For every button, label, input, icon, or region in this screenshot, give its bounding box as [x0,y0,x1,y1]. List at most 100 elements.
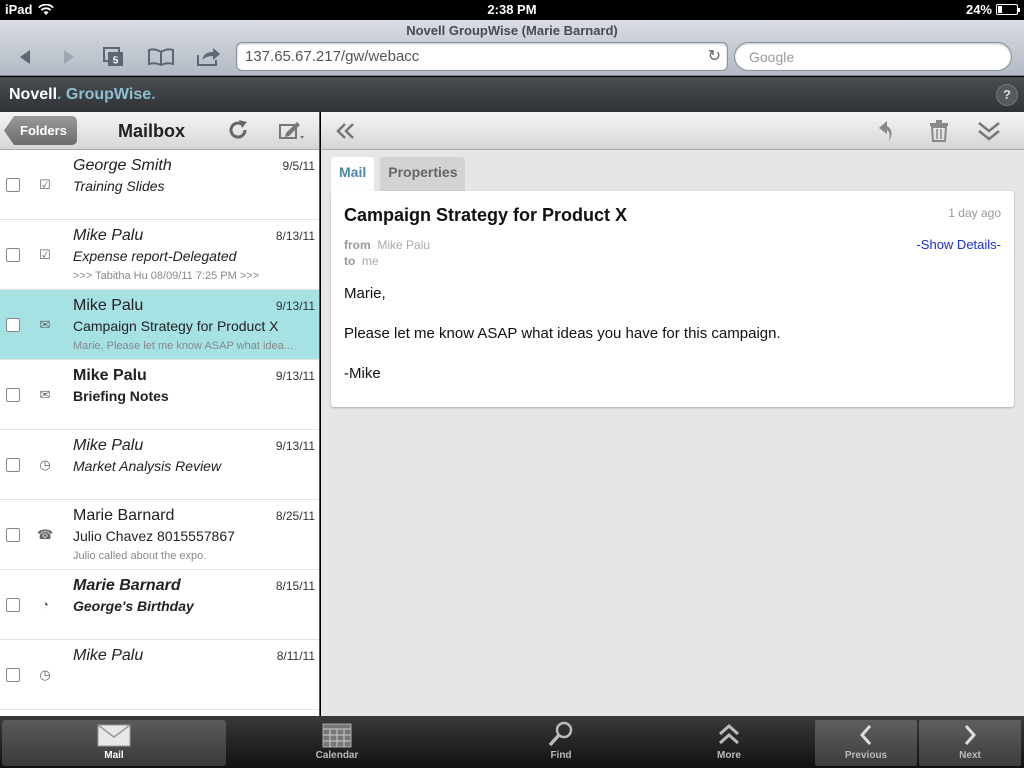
compose-icon [279,122,304,139]
message-checkbox[interactable] [6,598,20,612]
ios-status-bar: iPad 2:38 PM 24% [0,0,1024,20]
reading-pane: Mail Properties Campaign Strategy for Pr… [321,112,1024,716]
body-line: Marie, [344,285,386,302]
reply-icon [879,121,892,141]
message-row[interactable]: ◷ Mike Palu 9/13/11 Market Analysis Review [0,430,319,500]
mailbox-toolbar: Folders Mailbox [0,112,319,150]
brand-novell: Novell [9,86,58,103]
next-button[interactable]: Next [919,720,1021,766]
tab-more-nav[interactable]: More [674,720,784,766]
reader-toolbar [321,112,1024,150]
message-date: 8/25/11 [275,509,315,523]
message-from: Marie Barnard [73,507,175,524]
tab-calendar-nav[interactable]: Calendar [226,720,448,766]
message-checkbox[interactable] [6,668,20,682]
double-chevron-up-icon [674,720,784,750]
tab-properties[interactable]: Properties [380,157,466,191]
clock-icon: ◷ [39,667,51,682]
message-from: Marie Barnard [73,577,181,594]
message-row[interactable]: ◷ Mike Palu 8/11/11 [0,640,319,710]
message-row[interactable]: ☎ Marie Barnard 8/25/11 Julio Chavez 801555… [0,500,319,570]
mail-from-row: from Mike Palu [344,238,430,252]
message-checkbox[interactable] [6,388,20,402]
message-list: ☑ George Smith 9/5/11 Training Slides ☑ Mike … [0,150,319,710]
message-subject: Expense report-Delegated [73,248,237,264]
double-chevron-left-icon [336,123,354,139]
search-placeholder: Google [749,49,795,65]
tab-find-nav[interactable]: Find [450,720,672,766]
task-check-icon: ☑ [39,177,51,192]
message-subject: Briefing Notes [73,388,169,404]
from-value: Mike Palu [377,238,431,252]
message-row[interactable]: ✉ Mike Palu 9/13/11 Briefing Notes [0,360,319,430]
forward-button[interactable] [54,44,84,70]
page-title: Novell GroupWise (Marie Barnard) [406,23,618,38]
previous-button[interactable]: Previous [815,720,917,766]
refresh-icon [229,120,247,139]
refresh-button[interactable] [226,118,250,148]
magnifier-icon [450,720,672,750]
next-item-button[interactable] [977,120,1001,148]
message-checkbox[interactable] [6,528,20,542]
message-date: 9/5/11 [282,159,315,173]
message-from: Mike Palu [73,297,144,314]
pages-icon: 5 [103,47,123,67]
message-date: 9/13/11 [275,439,315,453]
from-label: from [344,238,371,252]
mail-body: Marie, Please let me know ASAP what idea… [344,284,781,404]
message-from: Mike Palu [73,367,147,384]
message-checkbox[interactable] [6,178,20,192]
message-subject: Campaign Strategy for Product X [73,318,279,334]
message-subject: Training Slides [73,178,165,194]
to-label: to [344,254,356,268]
mailbox-title: Mailbox [118,121,186,141]
message-date: 8/11/11 [276,649,315,663]
reload-icon[interactable]: ↻ [708,46,721,66]
mail-age: 1 day ago [948,206,1001,220]
tab-mail[interactable]: Mail [331,157,375,193]
share-button[interactable] [194,44,224,70]
show-details-link[interactable]: -Show Details- [916,237,1001,252]
message-checkbox[interactable] [6,318,20,332]
collapse-button[interactable] [335,120,357,146]
mail-view: Campaign Strategy for Product X 1 day ag… [331,191,1014,407]
mail-to-row: to me [344,254,379,268]
body-line: Please let me know ASAP what ideas you h… [344,325,781,342]
message-preview: Marie, Please let me know ASAP what idea… [73,340,293,352]
double-chevron-down-icon [978,122,1000,141]
battery-icon [996,4,1020,15]
message-checkbox[interactable] [6,458,20,472]
bookmarks-button[interactable] [146,44,176,70]
back-button[interactable] [10,44,40,70]
mail-subject: Campaign Strategy for Product X [344,205,628,225]
share-icon [197,48,220,66]
message-row[interactable]: ✉ Mike Palu 9/13/11 Campaign Strategy for P… [0,290,319,360]
message-subject: Market Analysis Review [73,458,222,474]
search-field[interactable]: Google [734,42,1012,71]
message-checkbox[interactable] [6,248,20,262]
reply-button[interactable] [877,119,897,149]
message-row[interactable]: ☑ George Smith 9/5/11 Training Slides [0,150,319,220]
forward-arrow-icon [64,50,74,64]
message-date: 8/13/11 [275,229,315,243]
compose-button[interactable] [278,118,306,148]
chevron-left-icon [815,720,917,750]
help-button[interactable]: ? [996,84,1018,106]
url-field[interactable]: 137.65.67.217/gw/webacc ↻ [236,42,728,71]
clock: 2:38 PM [487,2,537,17]
calendar-icon [226,720,448,750]
message-date: 9/13/11 [275,299,315,313]
opened-mail-icon: ✉ [39,317,51,332]
bottom-tab-bar: Mail Calendar Find More Previous Next [0,716,1024,768]
message-from: Mike Palu [73,437,144,454]
message-row[interactable]: ◔ Marie Barnard 8/15/11 George's Birthday [0,570,319,640]
folders-button[interactable]: Folders [4,116,77,145]
message-row[interactable]: ☑ Mike Palu 8/13/11 Expense report-Delegate… [0,220,319,290]
tab-mail-label: Mail [104,750,124,761]
message-from: Mike Palu [73,227,144,244]
back-arrow-icon [20,50,30,64]
message-subject: Julio Chavez 8015557867 [73,528,235,544]
delete-button[interactable] [929,120,949,148]
pages-button[interactable]: 5 [98,44,128,70]
tab-mail-nav[interactable]: Mail [2,720,226,766]
